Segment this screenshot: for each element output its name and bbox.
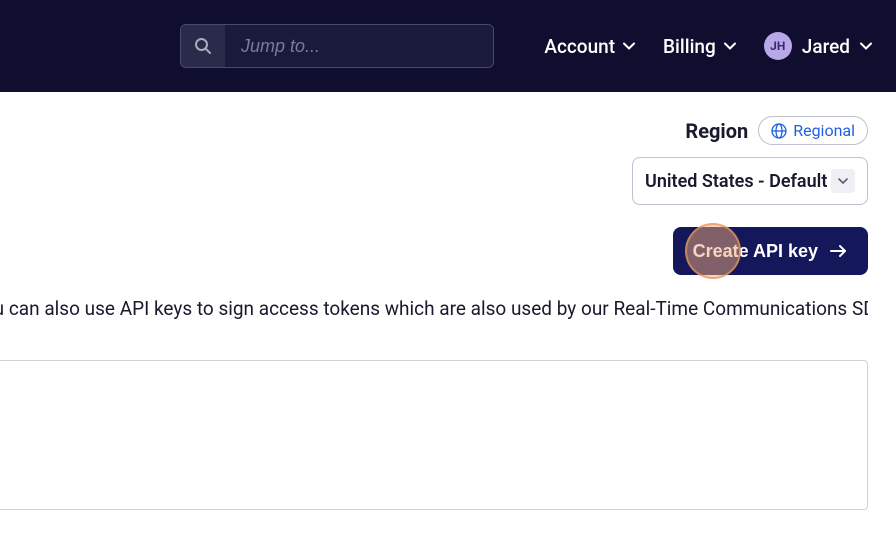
region-select[interactable]: United States - Default: [632, 157, 868, 205]
arrow-right-icon: [830, 244, 848, 258]
nav-account-label: Account: [544, 35, 615, 58]
create-btn-row: Create API key: [0, 227, 868, 275]
user-name: Jared: [802, 35, 850, 58]
nav-account[interactable]: Account: [544, 35, 635, 58]
region-row: Region Regional: [0, 116, 868, 145]
chevron-down-icon: [860, 42, 872, 50]
nav-billing-label: Billing: [663, 35, 716, 58]
region-select-wrapper: United States - Default: [0, 157, 868, 205]
region-label: Region: [685, 119, 748, 143]
user-menu[interactable]: JH Jared: [764, 32, 872, 60]
main-content: Region Regional United States - Default …: [0, 92, 896, 534]
chevron-down-icon: [838, 178, 848, 185]
search-wrapper: [180, 24, 494, 68]
region-select-value: United States - Default: [645, 171, 827, 192]
search-icon-box[interactable]: [181, 25, 225, 67]
select-chevron-box: [831, 169, 855, 193]
avatar: JH: [764, 32, 792, 60]
regional-badge[interactable]: Regional: [758, 116, 868, 145]
content-panel: [0, 360, 868, 510]
avatar-initials: JH: [770, 39, 785, 53]
header-nav: Account Billing JH Jared: [544, 32, 872, 60]
chevron-down-icon: [724, 42, 736, 50]
app-header: Account Billing JH Jared: [0, 0, 896, 92]
chevron-down-icon: [623, 42, 635, 50]
regional-badge-label: Regional: [793, 121, 855, 140]
search-icon: [194, 37, 212, 55]
nav-billing[interactable]: Billing: [663, 35, 736, 58]
description-text: You can also use API keys to sign access…: [0, 297, 868, 320]
globe-icon: [771, 123, 787, 139]
create-api-key-label: Create API key: [693, 241, 818, 262]
search-input[interactable]: [225, 25, 493, 67]
create-btn-wrapper: Create API key: [673, 227, 868, 275]
create-api-key-button[interactable]: Create API key: [673, 227, 868, 275]
